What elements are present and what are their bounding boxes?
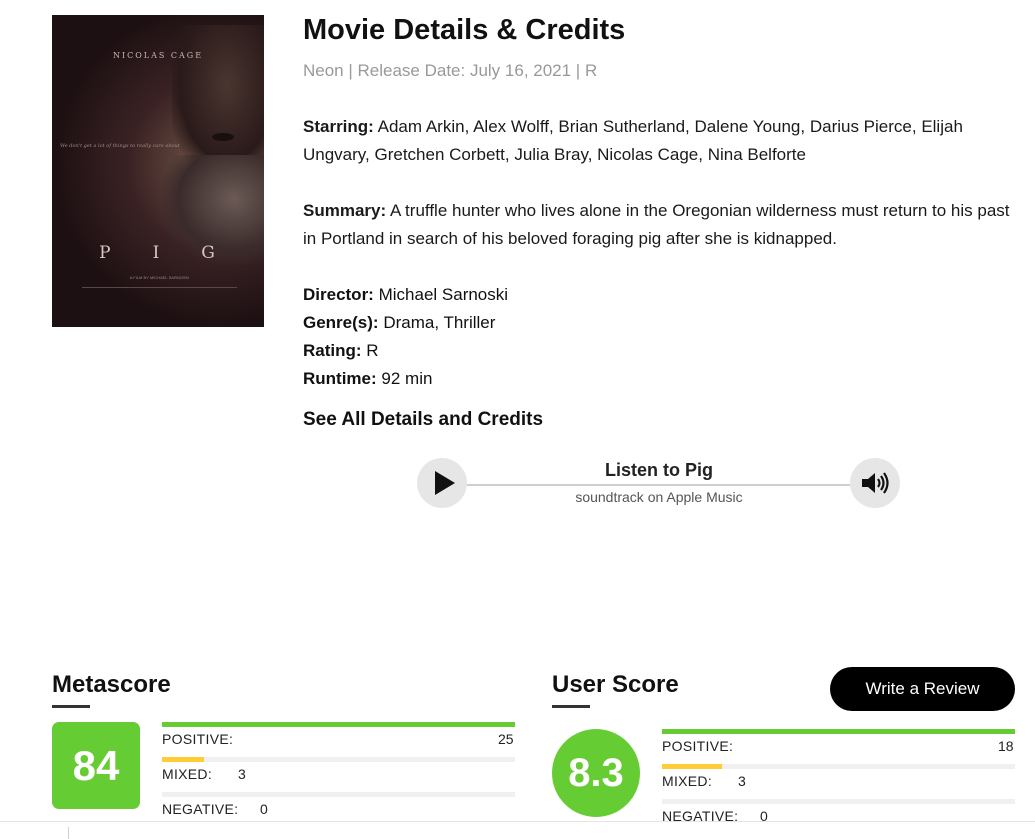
director-value: Michael Sarnoski bbox=[378, 285, 509, 304]
metascore-positive-count[interactable]: 25 bbox=[498, 731, 514, 747]
release-meta: Neon | Release Date: July 16, 2021 | R bbox=[303, 61, 598, 80]
userscore-positive-track bbox=[662, 729, 1015, 734]
footer-divider bbox=[0, 821, 1035, 822]
listen-title[interactable]: Listen to Pig bbox=[470, 460, 848, 481]
runtime-value: 92 min bbox=[381, 369, 433, 388]
userscore-mixed-label: MIXED: bbox=[662, 773, 713, 789]
volume-button[interactable] bbox=[850, 458, 900, 508]
listen-subtitle: soundtrack on Apple Music bbox=[575, 489, 743, 505]
see-all-details-link[interactable]: See All Details and Credits bbox=[303, 409, 543, 431]
metascore-underline bbox=[52, 705, 90, 708]
metascore-mixed-bar bbox=[162, 757, 205, 762]
starring-label: Starring: bbox=[303, 117, 374, 136]
metascore-mixed-label: MIXED: bbox=[162, 766, 213, 782]
metascore-positive-track bbox=[162, 722, 515, 727]
rating-value: R bbox=[366, 341, 379, 360]
metascore-badge[interactable]: 84 bbox=[52, 722, 140, 809]
userscore-positive-bar bbox=[662, 729, 1015, 734]
metascore-mixed-track bbox=[162, 757, 515, 762]
genres-value: Drama, Thriller bbox=[383, 313, 496, 332]
poster-eye bbox=[212, 133, 234, 141]
player-progress-line bbox=[467, 484, 851, 486]
rating-label: Rating: bbox=[303, 341, 362, 360]
genres-label: Genre(s): bbox=[303, 313, 379, 332]
runtime-label: Runtime: bbox=[303, 369, 377, 388]
metascore-positive-bar bbox=[162, 722, 515, 727]
metascore-positive-label: POSITIVE: bbox=[162, 731, 234, 747]
page-title: Movie Details & Credits bbox=[303, 14, 626, 46]
play-icon bbox=[435, 471, 455, 495]
footer-tick bbox=[68, 827, 69, 839]
userscore-positive-count[interactable]: 18 bbox=[998, 738, 1014, 754]
poster-hair bbox=[172, 25, 264, 175]
genres-row: Genre(s): Drama, Thriller bbox=[303, 309, 508, 337]
userscore-mixed-count[interactable]: 3 bbox=[738, 773, 746, 789]
write-review-button[interactable]: Write a Review bbox=[830, 667, 1015, 711]
userscore-positive-label: POSITIVE: bbox=[662, 738, 734, 754]
userscore-negative-track bbox=[662, 799, 1015, 804]
poster-tagline: We don't get a lot of things to really c… bbox=[60, 143, 180, 149]
summary-value: A truffle hunter who lives alone in the … bbox=[303, 201, 1010, 248]
runtime-row: Runtime: 92 min bbox=[303, 365, 508, 393]
userscore-title: User Score bbox=[552, 671, 679, 698]
summary-section: Summary: A truffle hunter who lives alon… bbox=[303, 197, 1013, 253]
movie-poster[interactable]: NICOLAS CAGE We don't get a lot of thing… bbox=[52, 15, 264, 327]
poster-credits: A FILM BY MICHAEL SARNOSKI bbox=[129, 275, 190, 280]
metascore-negative-track bbox=[162, 792, 515, 797]
director-row: Director: Michael Sarnoski bbox=[303, 281, 508, 309]
starring-section: Starring: Adam Arkin, Alex Wolff, Brian … bbox=[303, 113, 1013, 169]
director-label: Director: bbox=[303, 285, 374, 304]
poster-credit-block bbox=[82, 287, 237, 296]
metascore-negative-count[interactable]: 0 bbox=[260, 801, 268, 817]
poster-title: PIG bbox=[99, 243, 257, 263]
userscore-mixed-track bbox=[662, 764, 1015, 769]
starring-value: Adam Arkin, Alex Wolff, Brian Sutherland… bbox=[303, 117, 963, 164]
userscore-underline bbox=[552, 705, 590, 708]
summary-label: Summary: bbox=[303, 201, 387, 220]
volume-icon bbox=[862, 472, 889, 494]
metascore-negative-label: NEGATIVE: bbox=[162, 801, 239, 817]
userscore-badge[interactable]: 8.3 bbox=[552, 729, 640, 817]
userscore-mixed-bar bbox=[662, 764, 722, 769]
metascore-mixed-count[interactable]: 3 bbox=[238, 766, 246, 782]
play-button[interactable] bbox=[417, 458, 467, 508]
poster-actor-name: NICOLAS CAGE bbox=[112, 51, 204, 60]
metascore-title: Metascore bbox=[52, 671, 171, 698]
movie-facts: Director: Michael Sarnoski Genre(s): Dra… bbox=[303, 281, 508, 393]
rating-row: Rating: R bbox=[303, 337, 508, 365]
